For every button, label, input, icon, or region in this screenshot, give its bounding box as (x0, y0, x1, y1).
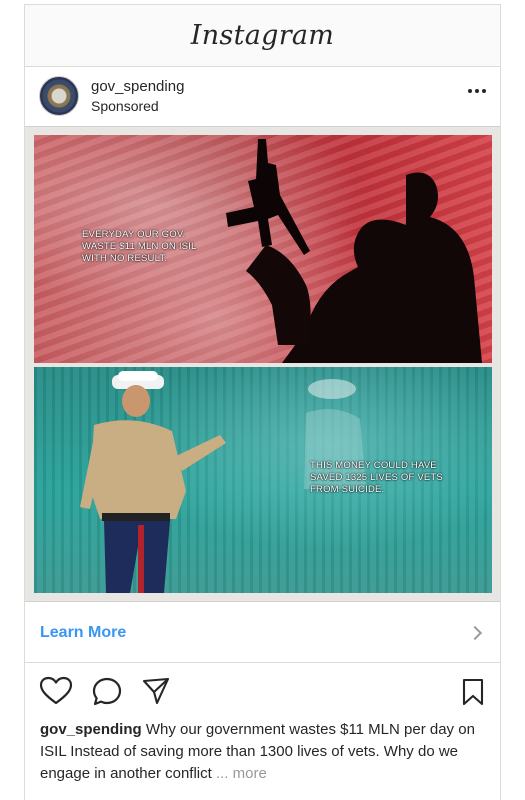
post-image[interactable]: EVERYDAY OUR GOV. WASTE $11 MLN ON ISIL … (25, 126, 500, 602)
instagram-frame: Instagram gov_spending Sponsored EVERYDA… (24, 4, 501, 800)
user-meta: gov_spending Sponsored (91, 78, 184, 114)
learn-more-label: Learn More (40, 623, 127, 641)
more-options-icon[interactable] (468, 89, 486, 93)
image-panel-top: EVERYDAY OUR GOV. WASTE $11 MLN ON ISIL … (34, 135, 492, 363)
post-header: gov_spending Sponsored (25, 67, 500, 125)
top-bar: Instagram (25, 5, 500, 67)
learn-more-button[interactable]: Learn More (25, 603, 500, 663)
chevron-right-icon (467, 625, 483, 640)
post-footer: Learn More gov_spending Why our governme… (25, 603, 500, 785)
post-caption: gov_spending Why our government wastes $… (25, 719, 500, 785)
avatar[interactable] (39, 76, 79, 116)
post-username[interactable]: gov_spending (91, 78, 184, 95)
image-panel-bottom: THIS MONEY COULD HAVE SAVED 1325 LIVES O… (34, 367, 492, 593)
comment-icon[interactable] (91, 676, 123, 706)
caption-more-link[interactable]: ... more (216, 765, 267, 782)
action-icons (25, 663, 500, 719)
heart-icon[interactable] (39, 676, 73, 706)
caption-username[interactable]: gov_spending (40, 721, 142, 738)
send-icon[interactable] (141, 676, 171, 706)
image-caption-bottom: THIS MONEY COULD HAVE SAVED 1325 LIVES O… (310, 460, 443, 495)
app-logo[interactable]: Instagram (191, 20, 334, 51)
bookmark-icon[interactable] (462, 678, 484, 711)
sponsored-label: Sponsored (91, 98, 159, 114)
image-caption-top: EVERYDAY OUR GOV. WASTE $11 MLN ON ISIL … (82, 229, 197, 264)
